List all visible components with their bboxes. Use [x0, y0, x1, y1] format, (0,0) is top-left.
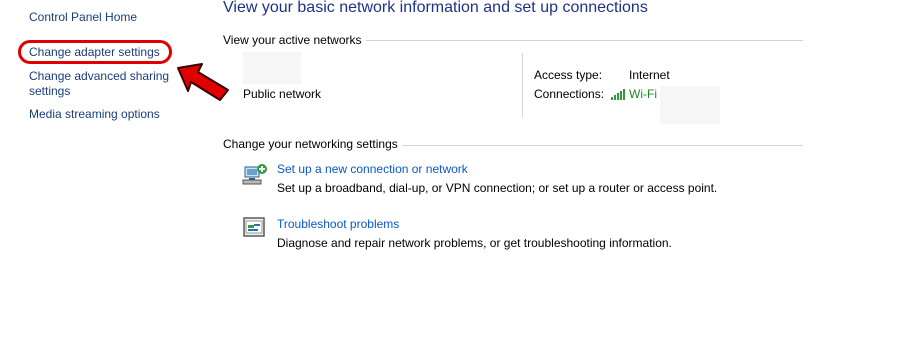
highlight-circle	[18, 40, 172, 64]
setup-new-connection-link[interactable]: Set up a new connection or network	[277, 162, 468, 176]
troubleshoot-icon	[243, 217, 265, 237]
wifi-connection-link[interactable]: Wi-Fi	[629, 87, 657, 101]
red-arrow-icon	[177, 63, 229, 101]
access-type-value: Internet	[629, 68, 670, 82]
sidebar-item-change-advanced-sharing-settings[interactable]: Change advanced sharing settings	[29, 69, 169, 99]
sidebar-item-label-line1: Change advanced sharing	[29, 69, 170, 83]
wifi-name-redacted	[660, 86, 720, 124]
network-type-link[interactable]: Public network	[243, 87, 321, 101]
access-type-label: Access type:	[534, 68, 603, 82]
sidebar-item-label-line2: settings	[29, 84, 71, 98]
setup-new-connection-description: Set up a broadband, dial-up, or VPN conn…	[277, 181, 718, 195]
new-connection-icon	[242, 164, 267, 185]
connections-label: Connections:	[534, 87, 605, 101]
troubleshoot-problems-link[interactable]: Troubleshoot problems	[277, 217, 399, 231]
sidebar-item-control-panel-home[interactable]: Control Panel Home	[29, 10, 137, 25]
vertical-divider	[522, 53, 523, 117]
active-networks-heading: View your active networks	[223, 33, 366, 47]
wifi-signal-icon	[611, 89, 625, 100]
page-title: View your basic network information and …	[223, 0, 648, 16]
sidebar-item-media-streaming-options[interactable]: Media streaming options	[29, 107, 160, 122]
settings-heading: Change your networking settings	[223, 137, 402, 151]
network-name-redacted	[243, 52, 301, 84]
troubleshoot-problems-description: Diagnose and repair network problems, or…	[277, 236, 672, 250]
